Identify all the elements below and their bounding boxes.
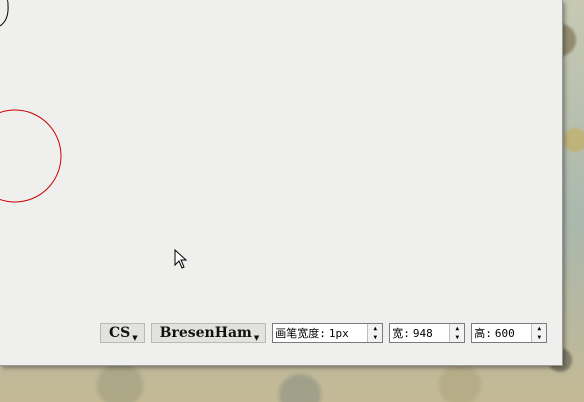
mode-label: CS (109, 325, 131, 341)
triangle-down-icon: ▼ (253, 332, 260, 342)
spin-up-icon[interactable]: ▲ (532, 324, 546, 333)
red-circle (0, 109, 62, 203)
width-label: 宽: (392, 327, 410, 340)
triangle-down-icon: ▼ (132, 332, 138, 342)
pen-width-arrows: ▲ ▼ (367, 324, 383, 342)
spin-down-icon[interactable]: ▼ (532, 333, 546, 342)
pen-width-label: 画笔宽度: (275, 327, 326, 340)
pen-width-value[interactable]: 1px (327, 324, 367, 342)
algorithm-label: BresenHam (159, 325, 252, 341)
width-value[interactable]: 948 (411, 324, 449, 342)
algorithm-dropdown-button[interactable]: BresenHam ▼ (150, 323, 267, 343)
spin-up-icon[interactable]: ▲ (368, 324, 382, 333)
width-spinbox[interactable]: 宽: 948 ▲ ▼ (389, 323, 466, 343)
width-arrows: ▲ ▼ (449, 324, 465, 342)
black-circle-arc (0, 0, 9, 27)
height-arrows: ▲ ▼ (531, 324, 547, 342)
mouse-pointer-icon (174, 249, 188, 269)
spin-down-icon[interactable]: ▼ (450, 333, 464, 342)
canvas-svg (0, 0, 62, 203)
height-label: 高: (474, 327, 492, 340)
pen-width-spinbox[interactable]: 画笔宽度: 1px ▲ ▼ (272, 323, 384, 343)
app-window: CS ▼ BresenHam ▼ 画笔宽度: 1px ▲ ▼ 宽: 948 ▲ … (0, 0, 563, 366)
height-value[interactable]: 600 (493, 324, 531, 342)
drawing-canvas[interactable] (0, 0, 562, 310)
bottom-toolbar: CS ▼ BresenHam ▼ 画笔宽度: 1px ▲ ▼ 宽: 948 ▲ … (100, 322, 548, 344)
spin-down-icon[interactable]: ▼ (368, 333, 382, 342)
spin-up-icon[interactable]: ▲ (450, 324, 464, 333)
mode-dropdown-button[interactable]: CS ▼ (100, 323, 145, 343)
height-spinbox[interactable]: 高: 600 ▲ ▼ (471, 323, 548, 343)
